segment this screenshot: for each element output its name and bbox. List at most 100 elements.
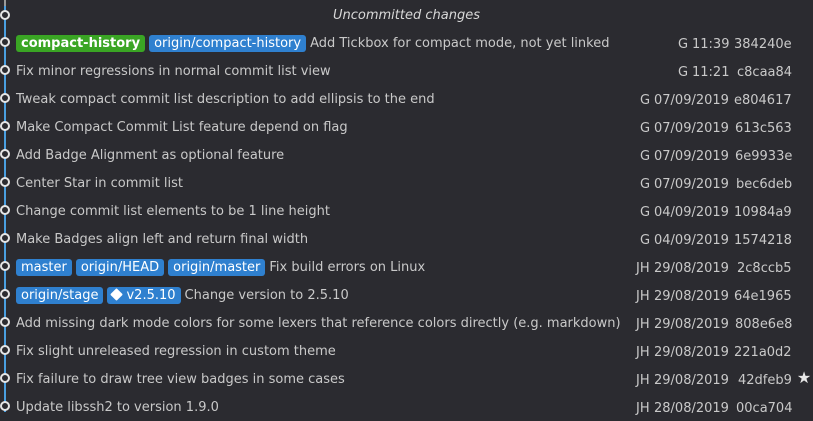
commit-message: Fix minor regressions in normal commit l… xyxy=(16,63,331,79)
commit-node-icon xyxy=(0,317,10,327)
commit-row[interactable]: Add Badge Alignment as optional feature G… xyxy=(0,141,813,169)
commit-sha: bec6deb xyxy=(736,177,793,192)
commit-message: Update libssh2 to version 1.9.0 xyxy=(16,399,219,415)
commit-summary: Tweak compact commit list description to… xyxy=(16,89,435,109)
commit-row[interactable]: compact-history origin/compact-history Add… xyxy=(0,29,813,57)
commit-summary: origin/stage v2.5.10 Change version to 2.5… xyxy=(16,285,349,305)
commit-date: 29/08/2019 xyxy=(654,317,729,332)
uncommitted-changes-label: Uncommitted changes xyxy=(333,8,480,23)
commit-node-icon xyxy=(0,177,10,187)
tag-label: v2.5.10 xyxy=(126,287,176,303)
commit-row[interactable]: Make Badges align left and return final … xyxy=(0,225,813,253)
commit-message: Fix failure to draw tree view badges in … xyxy=(16,371,345,387)
commit-summary: Add Badge Alignment as optional feature xyxy=(16,145,284,165)
commit-summary: master origin/HEAD origin/master Fix build … xyxy=(16,257,425,277)
commit-row[interactable]: Make Compact Commit List feature depend … xyxy=(0,113,813,141)
commit-sha: 384240e xyxy=(734,37,792,52)
commit-author: JH xyxy=(636,289,650,304)
commit-message: Change version to 2.5.10 xyxy=(184,287,349,303)
commit-message: Make Badges align left and return final … xyxy=(16,231,309,247)
commit-date: 07/09/2019 xyxy=(654,149,729,164)
commit-author: JH xyxy=(636,317,650,332)
commit-node-icon xyxy=(0,289,10,299)
commit-date: 29/08/2019 xyxy=(654,345,729,360)
commit-author: G xyxy=(678,65,689,80)
commit-list[interactable]: Uncommitted changes compact-history origi… xyxy=(0,0,813,416)
commit-date: 07/09/2019 xyxy=(654,93,729,108)
commit-node-icon xyxy=(0,65,10,75)
commit-summary: Fix minor regressions in normal commit l… xyxy=(16,61,331,81)
commit-date: 11:21 xyxy=(692,65,730,80)
tag-badge[interactable]: v2.5.10 xyxy=(107,286,181,304)
commit-date: 29/08/2019 xyxy=(654,261,729,276)
commit-summary: Make Compact Commit List feature depend … xyxy=(16,117,348,137)
commit-message: Change commit list elements to be 1 line… xyxy=(16,203,330,219)
commit-summary: Make Badges align left and return final … xyxy=(16,229,308,249)
commit-date: 28/08/2019 xyxy=(654,401,729,416)
commit-date: 07/09/2019 xyxy=(654,121,729,136)
branch-badge[interactable]: master xyxy=(16,258,72,276)
commit-message: Fix slight unreleased regression in cust… xyxy=(16,343,336,359)
commit-node-icon xyxy=(0,205,10,215)
commit-sha: 613c563 xyxy=(735,121,792,136)
commit-message: Tweak compact commit list description to… xyxy=(16,91,435,107)
commit-node-icon xyxy=(0,401,10,411)
commit-row[interactable]: Add missing dark mode colors for some le… xyxy=(0,309,813,337)
commit-summary: Add missing dark mode colors for some le… xyxy=(16,313,621,333)
commit-sha: 2c8ccb5 xyxy=(737,261,792,276)
uncommitted-changes-row[interactable]: Uncommitted changes xyxy=(0,2,813,30)
commit-message: Fix build errors on Linux xyxy=(269,259,426,275)
branch-badge[interactable]: origin/master xyxy=(168,258,266,276)
branch-badge[interactable]: origin/stage xyxy=(16,286,104,304)
commit-sha: 00ca704 xyxy=(736,401,793,416)
commit-author: G xyxy=(640,205,651,220)
commit-row[interactable]: Fix slight unreleased regression in cust… xyxy=(0,337,813,365)
commit-node-icon xyxy=(0,121,10,131)
commit-row[interactable]: Tweak compact commit list description to… xyxy=(0,85,813,113)
commit-node-icon xyxy=(0,93,10,103)
commit-sha: 6e9933e xyxy=(735,149,793,164)
commit-date: 29/08/2019 xyxy=(654,289,729,304)
commit-row[interactable]: Update libssh2 to version 1.9.0 JH 28/08/2… xyxy=(0,393,813,421)
commit-row[interactable]: Change commit list elements to be 1 line… xyxy=(0,197,813,225)
commit-author: JH xyxy=(636,261,650,276)
commit-date: 29/08/2019 xyxy=(654,373,729,388)
commit-node-icon xyxy=(0,345,10,355)
commit-author: G xyxy=(640,177,651,192)
commit-summary: Update libssh2 to version 1.9.0 xyxy=(16,397,219,417)
commit-message: Add Tickbox for compact mode, not yet li… xyxy=(310,35,610,51)
commit-sha: 42dfeb9 xyxy=(738,373,792,388)
current-branch-badge[interactable]: compact-history xyxy=(16,34,146,52)
commit-row[interactable]: origin/stage v2.5.10 Change version to 2.5… xyxy=(0,281,813,309)
commit-sha: c8caa84 xyxy=(737,65,793,80)
commit-summary: Change commit list elements to be 1 line… xyxy=(16,201,330,221)
commit-author: G xyxy=(678,37,689,52)
commit-author: G xyxy=(640,149,651,164)
commit-row[interactable]: Fix failure to draw tree view badges in … xyxy=(0,365,813,393)
commit-author: JH xyxy=(636,401,650,416)
commit-author: JH xyxy=(636,345,650,360)
commit-summary: Fix slight unreleased regression in cust… xyxy=(16,341,336,361)
commit-node-icon xyxy=(0,233,10,243)
commit-sha: 221a0d2 xyxy=(734,345,792,360)
branch-badge[interactable]: origin/HEAD xyxy=(75,258,165,276)
commit-sha: 808e6e8 xyxy=(735,317,793,332)
commit-node-icon xyxy=(0,261,10,271)
commit-row[interactable]: Center Star in commit list G 07/09/2019 bec… xyxy=(0,169,813,197)
commit-author: G xyxy=(640,121,651,136)
star-icon[interactable]: ★ xyxy=(796,370,812,386)
commit-message: Add missing dark mode colors for some le… xyxy=(16,315,621,331)
commit-row[interactable]: Fix minor regressions in normal commit l… xyxy=(0,57,813,85)
commit-row[interactable]: master origin/HEAD origin/master Fix build … xyxy=(0,253,813,281)
commit-summary: Fix failure to draw tree view badges in … xyxy=(16,369,345,389)
commit-date: 04/09/2019 xyxy=(654,205,729,220)
commit-sha: e804617 xyxy=(734,93,792,108)
commit-sha: 10984a9 xyxy=(734,205,792,220)
tag-icon xyxy=(110,287,124,301)
commit-date: 04/09/2019 xyxy=(654,233,729,248)
commit-sha: 1574218 xyxy=(734,233,792,248)
commit-summary: compact-history origin/compact-history Add… xyxy=(16,33,609,53)
commit-message: Add Badge Alignment as optional feature xyxy=(16,147,285,163)
branch-badge[interactable]: origin/compact-history xyxy=(149,34,307,52)
commit-author: JH xyxy=(636,373,650,388)
